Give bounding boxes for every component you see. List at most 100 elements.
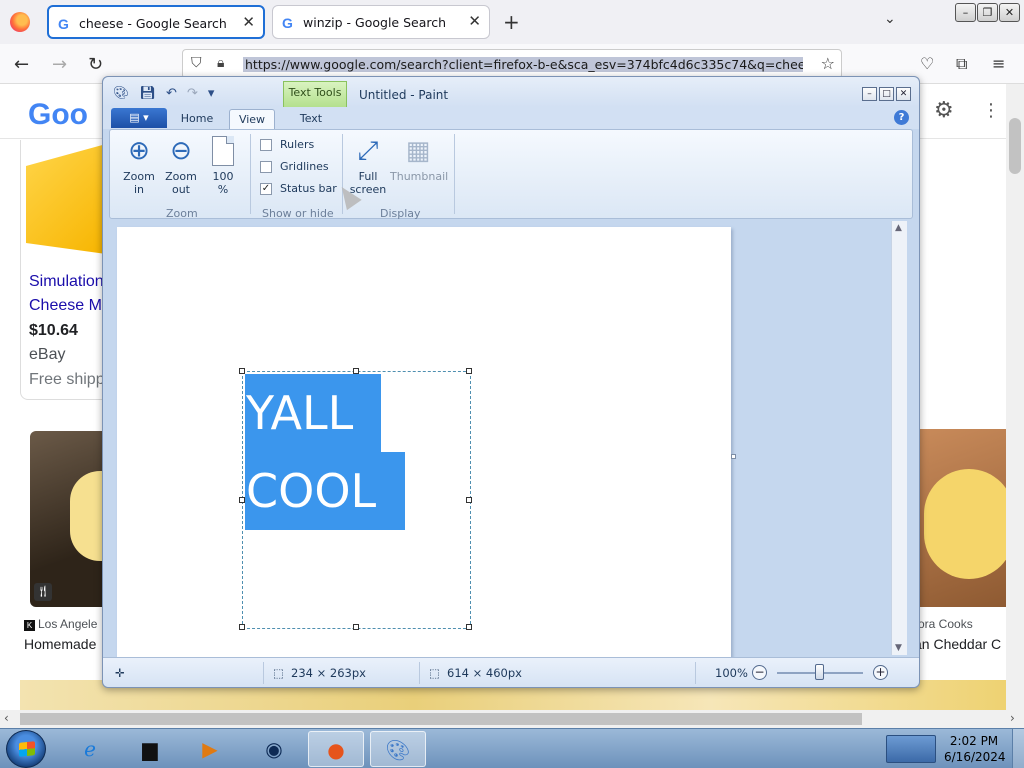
image-result-right[interactable]: [918, 429, 1006, 607]
resize-handle[interactable]: [239, 497, 245, 503]
canvas-resize-handle[interactable]: [731, 454, 736, 459]
url-text[interactable]: https://www.google.com/search?client=fir…: [243, 57, 803, 72]
zoom-in-button[interactable]: ⊕ Zoom in: [118, 136, 160, 196]
internet-explorer-icon[interactable]: ℯ: [62, 731, 118, 767]
start-button[interactable]: [6, 730, 46, 768]
resize-handle[interactable]: [239, 624, 245, 630]
scrollbar-thumb[interactable]: [20, 713, 862, 725]
network-tray-icon[interactable]: [886, 735, 936, 763]
media-player-icon[interactable]: ▶: [182, 731, 238, 767]
resize-handle[interactable]: [239, 368, 245, 374]
gridlines-check[interactable]: [260, 160, 272, 173]
status-bar-checkbox[interactable]: ✓ Status bar: [260, 182, 337, 195]
save-icon[interactable]: 💾︎: [140, 86, 157, 101]
pocket-icon[interactable]: ♡: [920, 54, 934, 73]
rulers-check[interactable]: [260, 138, 272, 151]
restore-button[interactable]: ❐: [977, 3, 998, 22]
scrollbar-thumb[interactable]: [1009, 118, 1021, 174]
scroll-right-arrow-icon[interactable]: ›: [1010, 711, 1015, 725]
close-tab-icon[interactable]: ✕: [468, 12, 481, 30]
back-arrow-icon[interactable]: ←: [14, 54, 29, 75]
image-caption-right[interactable]: an Cheddar C: [914, 636, 1001, 652]
url-bar[interactable]: ⛉ 🔒︎ https://www.google.com/search?clien…: [182, 49, 842, 79]
zoom-100-button[interactable]: 100 %: [204, 136, 242, 196]
paint-status-bar: ✛ ⬚ 234 × 263px ⬚ 614 × 460px 100% − +: [103, 657, 919, 687]
scroll-down-arrow-icon[interactable]: ▼: [895, 643, 902, 653]
resize-handle[interactable]: [466, 624, 472, 630]
paint-maximize-button[interactable]: □: [879, 87, 894, 101]
undo-icon[interactable]: ↶: [166, 86, 177, 101]
rulers-checkbox[interactable]: Rulers: [260, 138, 314, 151]
paint-minimize-button[interactable]: –: [862, 87, 877, 101]
zoom-out-small-button[interactable]: −: [752, 665, 767, 680]
paint-window: 🎨︎ 💾︎ ↶ ↷ ▾ Text Tools Untitled - Paint …: [102, 76, 920, 688]
paint-menu-button[interactable]: ▤ ▾: [111, 108, 167, 128]
paint-title-bar[interactable]: 🎨︎ 💾︎ ↶ ↷ ▾ Text Tools Untitled - Paint …: [103, 77, 919, 107]
redo-icon[interactable]: ↷: [187, 86, 198, 101]
image-result-left[interactable]: 🍴︎: [30, 431, 130, 607]
zoom-out-button[interactable]: ⊖ Zoom out: [160, 136, 202, 196]
bookmark-star-icon[interactable]: ☆: [821, 54, 835, 73]
customize-toolbar-chevron-icon[interactable]: ▾: [208, 86, 215, 101]
page-vertical-scrollbar[interactable]: [1006, 84, 1024, 710]
list-all-tabs-chevron-icon[interactable]: ⌄: [884, 11, 896, 27]
resize-handle[interactable]: [353, 368, 359, 374]
extensions-icon[interactable]: ⧉: [956, 54, 967, 74]
globe-app-icon[interactable]: ◉: [246, 731, 302, 767]
status-bar-check[interactable]: ✓: [260, 182, 272, 195]
close-tab-icon[interactable]: ✕: [242, 13, 255, 31]
tab-winzip-search[interactable]: G winzip - Google Search ✕: [272, 5, 490, 39]
tab-cheese-search[interactable]: G cheese - Google Search ✕: [47, 5, 265, 39]
thumbnail-button[interactable]: ▦ Thumbnail: [390, 136, 448, 183]
reload-icon[interactable]: ↻: [88, 54, 103, 75]
status-separator: [263, 662, 264, 684]
zoom-in-magnifier-icon: ⊕: [128, 136, 150, 166]
product-price: $10.64: [29, 322, 78, 339]
zoom-in-small-button[interactable]: +: [873, 665, 888, 680]
canvas-workspace[interactable]: YALL COOL ▲ ▼: [109, 221, 913, 657]
lock-icon[interactable]: 🔒︎: [217, 55, 224, 71]
terminal-icon[interactable]: ▆: [122, 731, 178, 767]
tracking-shield-icon[interactable]: ⛉: [191, 55, 202, 71]
show-desktop-button[interactable]: [1012, 729, 1024, 768]
text-selection-box[interactable]: YALL COOL: [239, 368, 472, 630]
new-tab-button[interactable]: +: [503, 10, 520, 34]
firefox-taskbar-icon[interactable]: ●: [308, 731, 364, 767]
text-tools-contextual-tab[interactable]: Text Tools: [283, 81, 347, 107]
settings-gear-icon[interactable]: ⚙: [934, 98, 954, 123]
tab-view[interactable]: View: [229, 109, 275, 129]
resize-handle[interactable]: [466, 497, 472, 503]
drawing-canvas[interactable]: YALL COOL: [117, 227, 736, 657]
resize-handle[interactable]: [353, 624, 359, 630]
help-icon[interactable]: ?: [894, 110, 909, 125]
forward-arrow-icon[interactable]: →: [52, 54, 67, 75]
canvas-text-line-1[interactable]: YALL: [245, 374, 381, 452]
scroll-up-arrow-icon[interactable]: ▲: [895, 223, 902, 233]
product-title-link[interactable]: Simulation Cheese M: [29, 270, 109, 318]
paint-app-icon[interactable]: 🎨︎: [113, 86, 130, 101]
scroll-left-arrow-icon[interactable]: ‹: [4, 711, 9, 725]
tab-home[interactable]: Home: [175, 109, 219, 129]
group-separator: [454, 134, 455, 214]
paint-taskbar-icon[interactable]: 🎨︎: [370, 731, 426, 767]
resize-handle[interactable]: [466, 368, 472, 374]
canvas-text-line-2[interactable]: COOL: [245, 452, 405, 530]
close-button[interactable]: ✕: [999, 3, 1020, 22]
page-horizontal-scrollbar[interactable]: ‹ ›: [0, 710, 1024, 728]
canvas-vertical-scrollbar[interactable]: ▲ ▼: [891, 221, 907, 655]
system-clock[interactable]: 2:02 PM 6/16/2024: [944, 733, 1006, 765]
gridlines-checkbox[interactable]: Gridlines: [260, 160, 329, 173]
firefox-icon[interactable]: [10, 12, 30, 32]
zoom-out-magnifier-icon: ⊖: [170, 136, 192, 166]
google-apps-grid-icon[interactable]: ⋮⋮⋮: [982, 100, 1006, 121]
minimize-button[interactable]: –: [955, 3, 976, 22]
image-source-left[interactable]: K Los Angele: [24, 617, 97, 631]
image-source-right[interactable]: ora Cooks: [918, 617, 973, 631]
image-caption-left[interactable]: Homemade: [24, 636, 96, 652]
paint-close-button[interactable]: ✕: [896, 87, 911, 101]
zoom-slider-knob[interactable]: [815, 664, 824, 680]
tab-text[interactable]: Text: [289, 109, 333, 129]
menu-hamburger-icon[interactable]: ≡: [992, 54, 1005, 73]
google-doodle-logo[interactable]: Goo: [28, 98, 88, 132]
image-size-icon: ⬚: [429, 666, 440, 680]
